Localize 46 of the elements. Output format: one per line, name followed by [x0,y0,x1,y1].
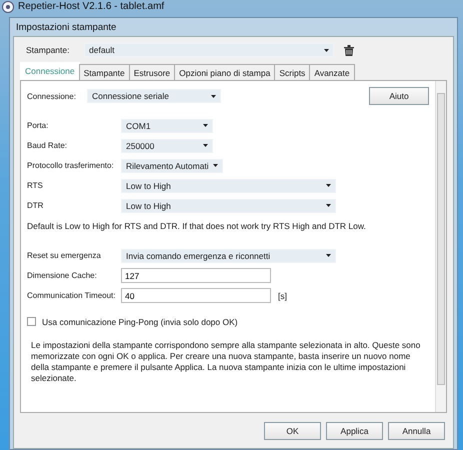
caret-icon [203,144,208,147]
field-label: Baud Rate: [27,141,68,150]
dropdown[interactable]: 250000 [121,138,213,152]
field-label: Communication Timeout: [27,291,116,300]
tab[interactable]: Avanzate [309,64,355,81]
dropdown[interactable]: Low to High [121,178,336,192]
app-icon [2,1,14,13]
dropdown[interactable]: Invia comando emergenza e riconnetti [121,248,336,262]
field-label: RTS [27,181,44,190]
dialog-title: Impostazioni stampante [15,21,118,35]
caret-icon [326,184,331,187]
tab[interactable]: Stampante [78,64,130,81]
scrollbar[interactable] [435,81,446,412]
printer-dropdown[interactable]: default [84,43,334,57]
window-title: Repetier-Host V2.1.6 - tablet.amf [18,1,164,12]
dropdown[interactable]: Rilevamento Automati [121,158,223,172]
field-label: Dimensione Cache: [27,271,98,280]
tab[interactable]: Scripts [274,64,310,81]
input-field[interactable]: 40 [121,288,271,303]
caret-icon [203,124,208,127]
dropdown[interactable]: Low to High [121,198,336,212]
help-button[interactable]: Aiuto [369,87,429,105]
caret-icon [211,94,216,98]
field-label: Stampante: [25,45,70,55]
caret-icon [326,204,331,207]
field-label: Reset su emergenza [27,251,102,260]
dropdown[interactable]: Connessione seriale [87,89,221,103]
dialog-button[interactable]: Applica [326,422,383,440]
caret-icon [324,48,329,52]
unit-label: [s] [278,290,287,300]
dialog-button[interactable]: OK [264,422,321,440]
tab[interactable]: Opzioni piano di stampa [174,64,276,81]
dropdown[interactable]: COM1 [121,118,213,132]
hint-text: Default is Low to High for RTS and DTR. If that does not work try RTS High and DTR Low. [27,220,366,230]
field-label: DTR [27,201,44,210]
field-label: Protocollo trasferimento: [27,161,115,170]
checkbox-label: Usa comunicazione Ping-Pong (invia solo dopo OK) [42,316,238,326]
field-label: Porta: [27,121,50,130]
dialog-button[interactable]: Annulla [388,422,445,440]
field-label: Connessione: [27,92,77,100]
caret-icon [326,254,331,257]
info-text: Le impostazioni della stampante corrispondono sempre alla stampante selezionata in alto. Queste sono memorizzate con ogni OK o applica. Per creare una nuova stampante, basta inserire un nuovo nome della stampante e premere il pulsante Applica. La nuova stampante inizia con le ultime impostazioni selezionate. [31,340,422,384]
input-field[interactable]: 127 [121,268,271,283]
caret-icon [212,164,218,167]
trash-icon[interactable] [344,44,354,56]
checkbox[interactable] [27,317,36,326]
